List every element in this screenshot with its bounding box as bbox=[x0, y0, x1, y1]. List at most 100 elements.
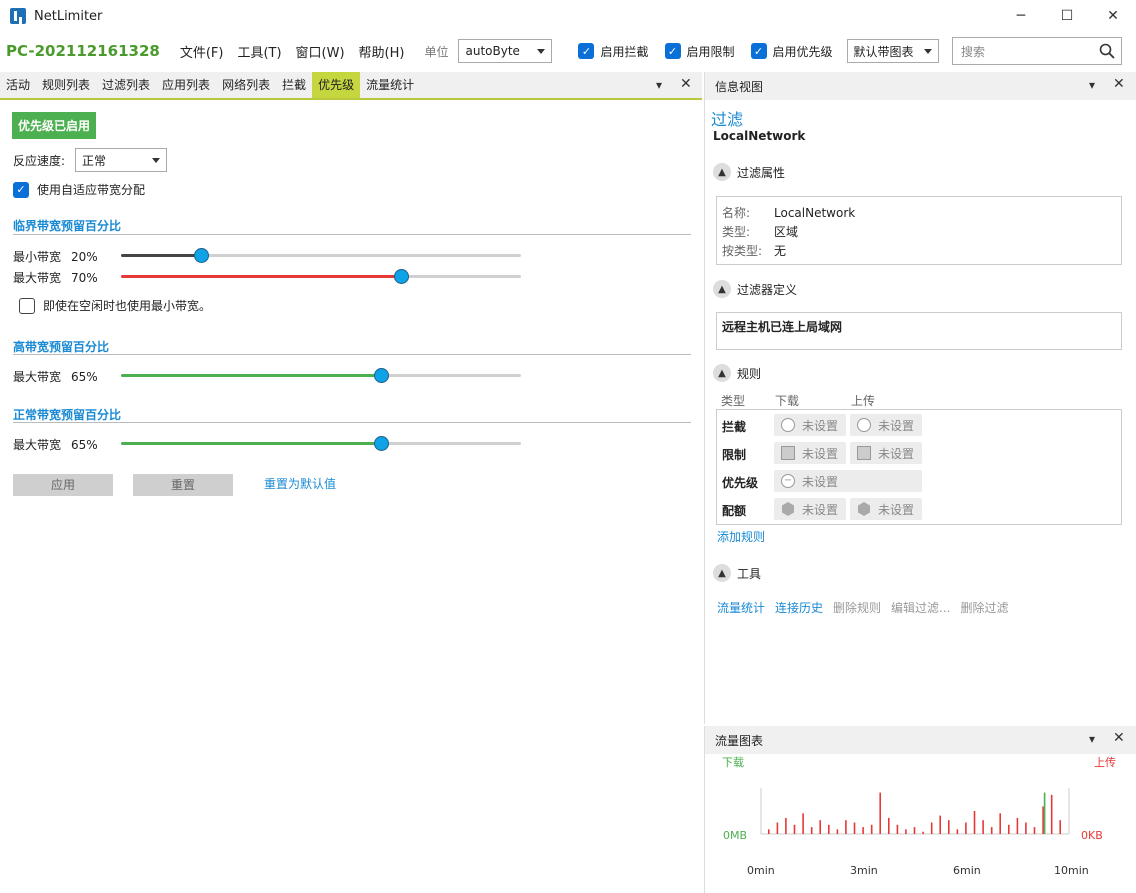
add-rule-link[interactable]: 添加规则 bbox=[717, 528, 765, 545]
enable-block-toggle[interactable]: ✓ 启用拦截 bbox=[578, 43, 649, 60]
upload-bar bbox=[922, 831, 924, 834]
collapse-up-icon[interactable]: ▲ bbox=[713, 364, 731, 382]
critical-max-slider[interactable] bbox=[121, 269, 521, 284]
tab-rule-list[interactable]: 规则列表 bbox=[36, 72, 96, 98]
download-bar bbox=[1043, 792, 1046, 834]
square-icon bbox=[781, 446, 795, 460]
idle-min-bandwidth-row[interactable]: 即使在空闲时也使用最小带宽。 bbox=[19, 297, 211, 314]
upload-bar bbox=[990, 827, 993, 834]
rule-block-upload[interactable]: 未设置 bbox=[850, 414, 922, 436]
collapse-up-icon[interactable]: ▲ bbox=[713, 163, 731, 181]
tab-app-list[interactable]: 应用列表 bbox=[156, 72, 216, 98]
reaction-speed-select[interactable]: 正常 bbox=[75, 148, 168, 172]
filter-def-section[interactable]: ▲ 过滤器定义 bbox=[713, 280, 797, 298]
pane-menu-chevron-icon[interactable]: ▾ bbox=[656, 78, 662, 92]
checkbox-checked-icon[interactable]: ✓ bbox=[13, 181, 29, 198]
tools-section[interactable]: ▲ 工具 bbox=[713, 564, 761, 582]
high-max-slider[interactable] bbox=[121, 368, 521, 383]
slider-fill bbox=[121, 254, 201, 257]
close-button[interactable]: ✕ bbox=[1090, 0, 1136, 32]
rule-block-download[interactable]: 未设置 bbox=[774, 414, 846, 436]
pane-close-icon[interactable]: ✕ bbox=[1113, 76, 1125, 92]
tab-priority[interactable]: 优先级 bbox=[312, 72, 361, 98]
tab-activity[interactable]: 活动 bbox=[0, 72, 36, 98]
apply-button[interactable]: 应用 bbox=[13, 474, 113, 496]
tool-traffic-stats-link[interactable]: 流量统计 bbox=[717, 599, 765, 616]
chevron-down-icon bbox=[152, 158, 161, 163]
rules-col-download: 下载 bbox=[775, 394, 800, 408]
reset-default-link[interactable]: 重置为默认值 bbox=[264, 475, 336, 492]
checkbox-checked-icon[interactable]: ✓ bbox=[664, 43, 681, 59]
critical-min-slider[interactable] bbox=[121, 248, 521, 263]
adaptive-bandwidth-label: 使用自适应带宽分配 bbox=[37, 183, 146, 197]
search-icon[interactable] bbox=[1099, 43, 1115, 59]
upload-bar bbox=[913, 827, 916, 834]
upload-bar bbox=[1059, 820, 1061, 834]
collapse-up-icon[interactable]: ▲ bbox=[713, 564, 731, 582]
rule-quota-download[interactable]: 未设置 bbox=[774, 498, 846, 520]
rule-limit-upload[interactable]: 未设置 bbox=[850, 442, 922, 464]
rule-limit-download[interactable]: 未设置 bbox=[774, 442, 846, 464]
reset-button[interactable]: 重置 bbox=[133, 474, 233, 496]
tool-delete-filter-link[interactable]: 删除过滤 bbox=[961, 599, 1009, 616]
upload-bar bbox=[793, 824, 796, 834]
high-section-title: 高带宽预留百分比 bbox=[13, 340, 110, 354]
computer-name[interactable]: PC-202112161328 bbox=[6, 42, 160, 60]
slider-thumb[interactable] bbox=[374, 368, 389, 383]
menu-help[interactable]: 帮助(H) bbox=[359, 42, 405, 61]
x-tick-label: 6min bbox=[953, 864, 981, 877]
collapse-up-icon[interactable]: ▲ bbox=[713, 280, 731, 298]
menu-file[interactable]: 文件(F) bbox=[180, 42, 224, 61]
critical-min-value: 20% bbox=[71, 249, 98, 264]
pane-menu-chevron-icon[interactable]: ▾ bbox=[1089, 732, 1095, 746]
chevron-down-icon bbox=[923, 49, 932, 54]
tab-filter-list[interactable]: 过滤列表 bbox=[96, 72, 156, 98]
upload-bar bbox=[948, 820, 950, 834]
upload-bar bbox=[999, 813, 1001, 834]
pane-menu-chevron-icon[interactable]: ▾ bbox=[1089, 78, 1095, 92]
upload-bar bbox=[1008, 824, 1010, 834]
rule-type-limit: 限制 bbox=[722, 448, 747, 462]
search-input[interactable]: 搜索 bbox=[952, 37, 1122, 65]
upload-bar bbox=[1016, 817, 1019, 834]
tab-network-list[interactable]: 网络列表 bbox=[216, 72, 276, 98]
checkbox-unchecked-icon[interactable] bbox=[19, 297, 35, 314]
slider-thumb[interactable] bbox=[194, 248, 209, 263]
rules-col-upload: 上传 bbox=[851, 394, 876, 408]
enable-limit-toggle[interactable]: ✓ 启用限制 bbox=[664, 43, 735, 60]
rule-type-block: 拦截 bbox=[722, 420, 747, 434]
tool-connection-history-link[interactable]: 连接历史 bbox=[775, 599, 823, 616]
checkbox-checked-icon[interactable]: ✓ bbox=[750, 43, 767, 59]
prop-label: 名称: bbox=[722, 206, 751, 220]
filter-props-section[interactable]: ▲ 过滤属性 bbox=[713, 163, 785, 181]
rule-value: 未设置 bbox=[878, 418, 915, 433]
rule-quota-upload[interactable]: 未设置 bbox=[850, 498, 922, 520]
tab-block[interactable]: 拦截 bbox=[276, 72, 312, 98]
normal-max-slider[interactable] bbox=[121, 436, 521, 451]
unit-select[interactable]: autoByte bbox=[458, 39, 553, 63]
rule-priority-value[interactable]: − 未设置 bbox=[774, 470, 922, 492]
tab-traffic-stats[interactable]: 流量统计 bbox=[360, 72, 420, 98]
info-view-header: 信息视图 ▾ ✕ bbox=[705, 72, 1136, 100]
tool-delete-rule-link[interactable]: 删除规则 bbox=[833, 599, 881, 616]
tools-title: 工具 bbox=[737, 566, 762, 581]
enable-priority-toggle[interactable]: ✓ 启用优先级 bbox=[750, 43, 833, 60]
priority-enabled-badge[interactable]: 优先级已启用 bbox=[12, 112, 97, 139]
pane-close-icon[interactable]: ✕ bbox=[1113, 730, 1125, 746]
slider-thumb[interactable] bbox=[374, 436, 389, 451]
rule-value: 未设置 bbox=[802, 474, 839, 489]
adaptive-bandwidth-row[interactable]: ✓ 使用自适应带宽分配 bbox=[13, 181, 145, 198]
rules-section[interactable]: ▲ 规则 bbox=[713, 364, 761, 382]
checkbox-checked-icon[interactable]: ✓ bbox=[578, 43, 595, 59]
filter-props-box: 名称: LocalNetwork 类型: 区域 按类型: 无 bbox=[716, 196, 1122, 265]
chart-profile-select[interactable]: 默认带图表 bbox=[846, 39, 939, 63]
tool-edit-filter-link[interactable]: 编辑过滤... bbox=[891, 599, 950, 616]
slider-thumb[interactable] bbox=[394, 269, 409, 284]
minimize-button[interactable]: ─ bbox=[998, 0, 1044, 32]
upload-bar bbox=[896, 824, 899, 834]
maximize-button[interactable]: ☐ bbox=[1044, 0, 1090, 32]
menu-window[interactable]: 窗口(W) bbox=[296, 42, 345, 61]
prop-row: 类型: 区域 bbox=[722, 223, 798, 240]
pane-close-icon[interactable]: ✕ bbox=[680, 76, 692, 92]
menu-tools[interactable]: 工具(T) bbox=[237, 42, 281, 61]
